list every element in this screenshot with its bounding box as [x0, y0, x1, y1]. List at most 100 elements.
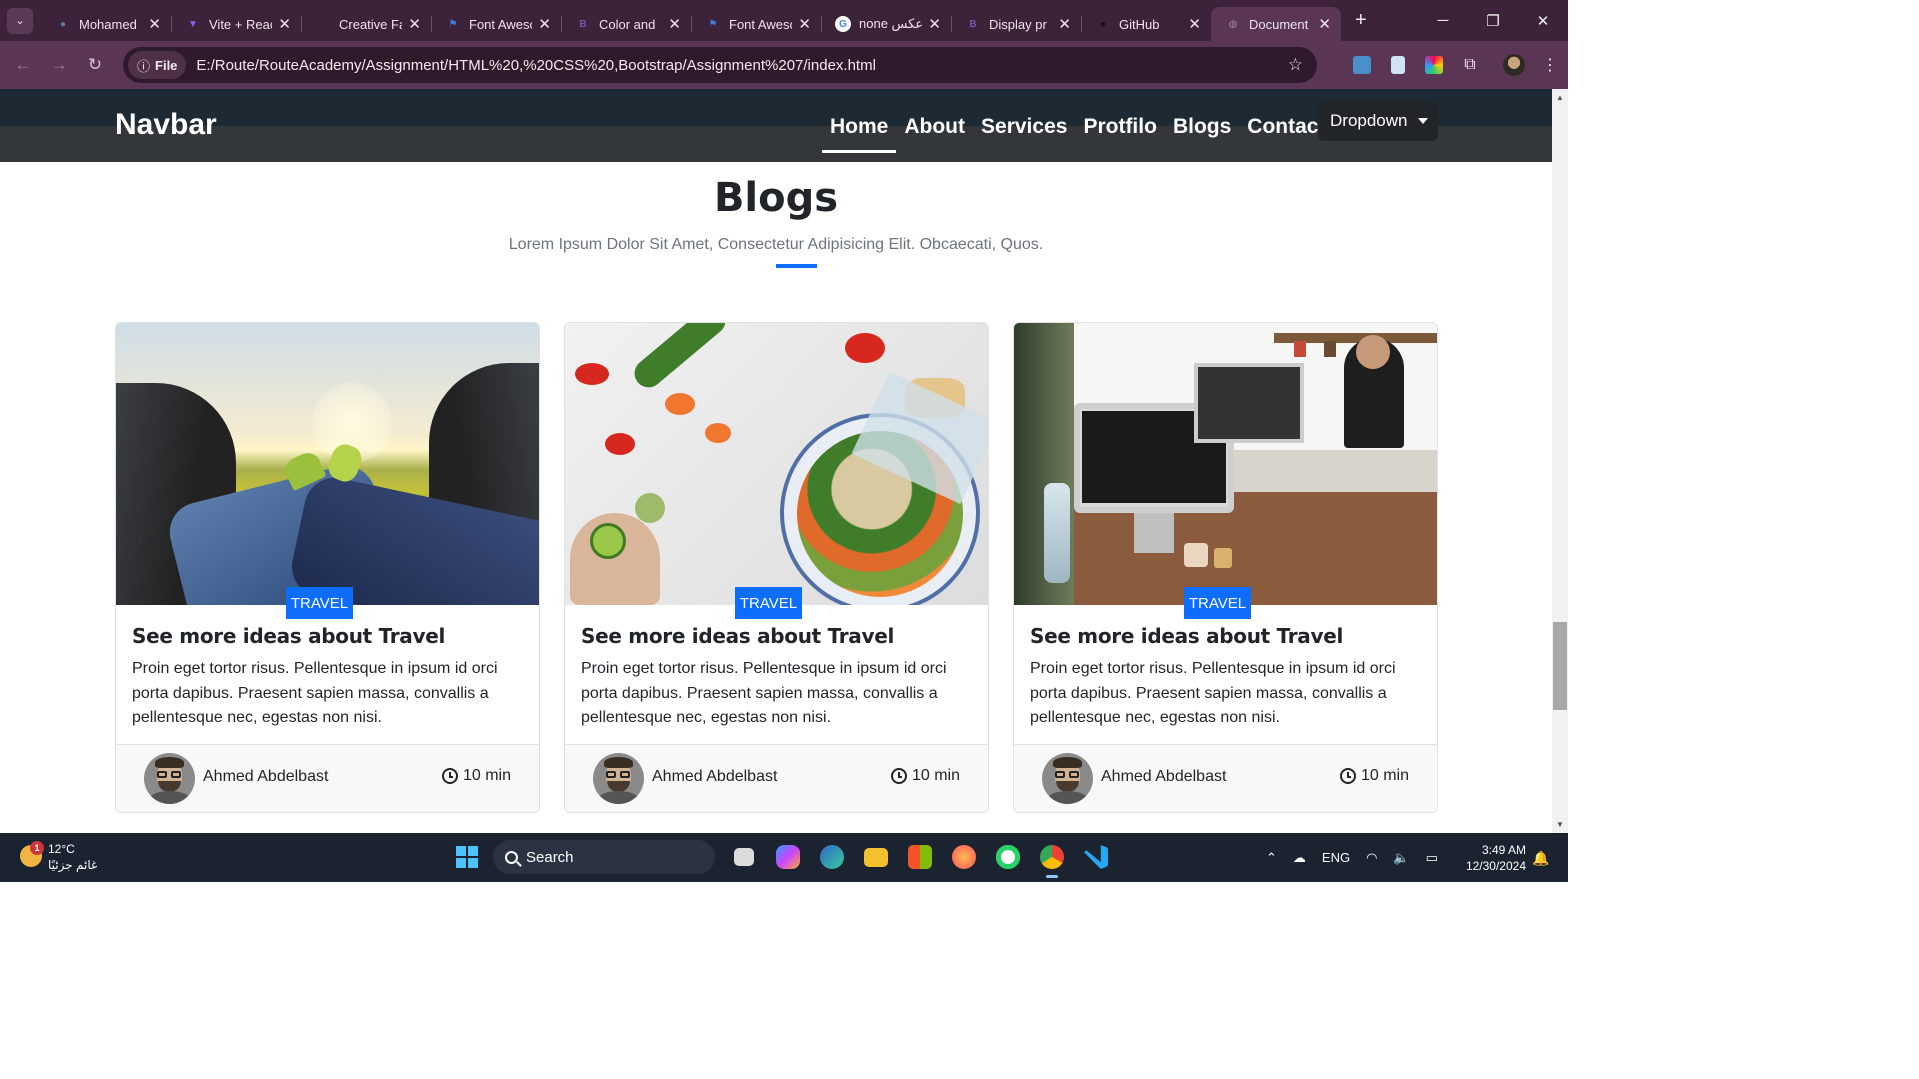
- weather-widget[interactable]: 1 12°C غائم جزئيًا: [20, 841, 97, 873]
- taskbar-file-explorer[interactable]: [854, 835, 898, 879]
- taskbar-clock[interactable]: 3:49 AM 12/30/2024: [1460, 842, 1526, 874]
- taskbar-search[interactable]: Search: [493, 840, 715, 874]
- taskbar-edge[interactable]: [810, 835, 854, 879]
- nav-link-protfilo[interactable]: Protfilo: [1075, 111, 1165, 147]
- tab-close-icon[interactable]: ✕: [278, 15, 291, 33]
- chevron-up-icon[interactable]: ⌃: [1266, 850, 1277, 866]
- section-title: Blogs: [713, 175, 839, 221]
- nav-link-services[interactable]: Services: [973, 111, 1075, 147]
- vscode-icon: [1084, 845, 1108, 869]
- taskbar-store[interactable]: [898, 835, 942, 879]
- taskbar-whatsapp[interactable]: [986, 835, 1030, 879]
- tab-title: Document: [1249, 16, 1309, 32]
- profile-button[interactable]: [1496, 47, 1532, 83]
- clock-icon: [890, 768, 907, 784]
- back-button[interactable]: ←: [5, 47, 41, 83]
- new-tab-button[interactable]: +: [1355, 9, 1367, 32]
- url-text[interactable]: E:/Route/RouteAcademy/Assignment/HTML%20…: [196, 57, 876, 74]
- scroll-up-icon[interactable]: ▲: [1556, 93, 1564, 102]
- taskbar-copilot[interactable]: [766, 835, 810, 879]
- onedrive-icon[interactable]: ☁: [1293, 850, 1306, 866]
- page-scrollbar[interactable]: ▲ ▼: [1552, 89, 1568, 833]
- nav-link-blogs[interactable]: Blogs: [1165, 111, 1239, 147]
- tab-favicon-icon: ▼: [188, 18, 198, 30]
- tab-close-icon[interactable]: ✕: [928, 15, 941, 33]
- extensions-menu[interactable]: ⧉: [1452, 47, 1488, 83]
- firefox-icon: [952, 845, 976, 869]
- tab-title: Font Awesome: [729, 16, 792, 32]
- tab-close-icon[interactable]: ✕: [668, 15, 681, 33]
- site-navbar: Navbar Home About Services Protfilo Blogs Con…: [0, 89, 1552, 162]
- browser-tab[interactable]: Gnone عكس ✕: [821, 7, 951, 41]
- tab-search-button[interactable]: ⌄: [7, 7, 33, 34]
- minimize-icon[interactable]: ─: [1418, 0, 1468, 41]
- tab-close-icon[interactable]: ✕: [148, 15, 161, 33]
- browser-tab[interactable]: ✦ Creative Fa ✕: [301, 7, 431, 41]
- tab-title: Font Awesome: [469, 16, 532, 32]
- restore-icon[interactable]: ❐: [1468, 0, 1518, 41]
- read-time: 10 min: [1339, 767, 1409, 785]
- tab-close-icon[interactable]: ✕: [1188, 15, 1201, 33]
- category-badge[interactable]: TRAVEL: [1184, 587, 1251, 619]
- taskbar-vscode[interactable]: [1074, 835, 1118, 879]
- chevron-down-icon: ⌄: [15, 15, 25, 27]
- nav-link-about[interactable]: About: [896, 111, 973, 147]
- blog-card[interactable]: TRAVEL See more ideas about Travel Proin e…: [1013, 322, 1438, 813]
- tab-close-icon[interactable]: ✕: [538, 15, 551, 33]
- card-title[interactable]: See more ideas about Travel: [1030, 624, 1343, 648]
- dropdown-toggle[interactable]: Dropdown: [1318, 101, 1438, 141]
- forward-button[interactable]: →: [41, 47, 77, 83]
- blog-card[interactable]: TRAVEL See more ideas about Travel Proin e…: [115, 322, 540, 813]
- scroll-down-icon[interactable]: ▼: [1556, 820, 1564, 829]
- tab-title: Creative Fa: [339, 16, 403, 32]
- tab-close-icon[interactable]: ✕: [408, 15, 421, 33]
- tab-title: none عكس: [859, 16, 923, 31]
- tab-close-icon[interactable]: ✕: [798, 15, 811, 33]
- battery-icon[interactable]: ▭: [1426, 850, 1438, 866]
- wifi-icon[interactable]: ◠: [1366, 850, 1377, 866]
- browser-tab[interactable]: ◍ Document ✕: [1211, 7, 1341, 41]
- read-time-value: 10 min: [911, 767, 960, 784]
- volume-icon[interactable]: 🔈: [1393, 850, 1409, 866]
- tab-close-icon[interactable]: ✕: [1318, 15, 1331, 33]
- browser-tab[interactable]: ⚑ Font Awesome ✕: [431, 7, 561, 41]
- tab-favicon-icon: ●: [1099, 18, 1107, 30]
- language-indicator[interactable]: ENG: [1322, 850, 1350, 865]
- nav-link-home[interactable]: Home: [822, 111, 897, 153]
- card-title[interactable]: See more ideas about Travel: [581, 624, 894, 648]
- browser-tab[interactable]: B Color and ✕: [561, 7, 691, 41]
- browser-menu-button[interactable]: ⋮: [1532, 47, 1568, 83]
- start-button[interactable]: [445, 835, 489, 879]
- browser-tab[interactable]: ● GitHub ✕: [1081, 7, 1211, 41]
- tab-close-icon[interactable]: ✕: [1058, 15, 1071, 33]
- author-avatar: [144, 753, 195, 804]
- site-info-chip[interactable]: ⓘ File: [128, 51, 187, 79]
- address-bar[interactable]: ⓘ File E:/Route/RouteAcademy/Assignment/…: [123, 47, 1317, 83]
- taskbar-chrome[interactable]: [1030, 835, 1074, 879]
- tab-title: Display pr: [989, 16, 1047, 32]
- browser-tab[interactable]: ● Mohamed ✕: [41, 7, 171, 41]
- taskbar-firefox[interactable]: [942, 835, 986, 879]
- browser-tab[interactable]: ▼ Vite + React ✕: [171, 7, 301, 41]
- notification-bell-icon[interactable]: 🔔: [1532, 850, 1549, 866]
- bookmark-star-icon[interactable]: ☆: [1288, 55, 1303, 75]
- taskbar-task-view[interactable]: [722, 835, 766, 879]
- category-badge[interactable]: TRAVEL: [286, 587, 353, 619]
- scrollbar-thumb[interactable]: [1553, 622, 1567, 710]
- taskbar-search-label: Search: [526, 848, 574, 866]
- card-title[interactable]: See more ideas about Travel: [132, 624, 445, 648]
- category-badge[interactable]: TRAVEL: [735, 587, 802, 619]
- windows-logo-icon: [456, 846, 478, 868]
- site-info-label: File: [155, 57, 178, 73]
- browser-tab[interactable]: ⚑ Font Awesome ✕: [691, 7, 821, 41]
- reload-button[interactable]: ↻: [77, 47, 113, 83]
- blog-card[interactable]: TRAVEL See more ideas about Travel Proin e…: [564, 322, 989, 813]
- extension-docs[interactable]: [1380, 47, 1416, 83]
- extension-screenshot[interactable]: [1344, 47, 1380, 83]
- author-avatar: [1042, 753, 1093, 804]
- navbar-brand[interactable]: Navbar: [115, 108, 217, 142]
- close-window-icon[interactable]: ✕: [1518, 0, 1568, 41]
- section-subtitle: Lorem Ipsum Dolor Sit Amet, Consectetur …: [508, 236, 1044, 253]
- browser-tab[interactable]: B Display pr ✕: [951, 7, 1081, 41]
- extension-colorzilla[interactable]: [1416, 47, 1452, 83]
